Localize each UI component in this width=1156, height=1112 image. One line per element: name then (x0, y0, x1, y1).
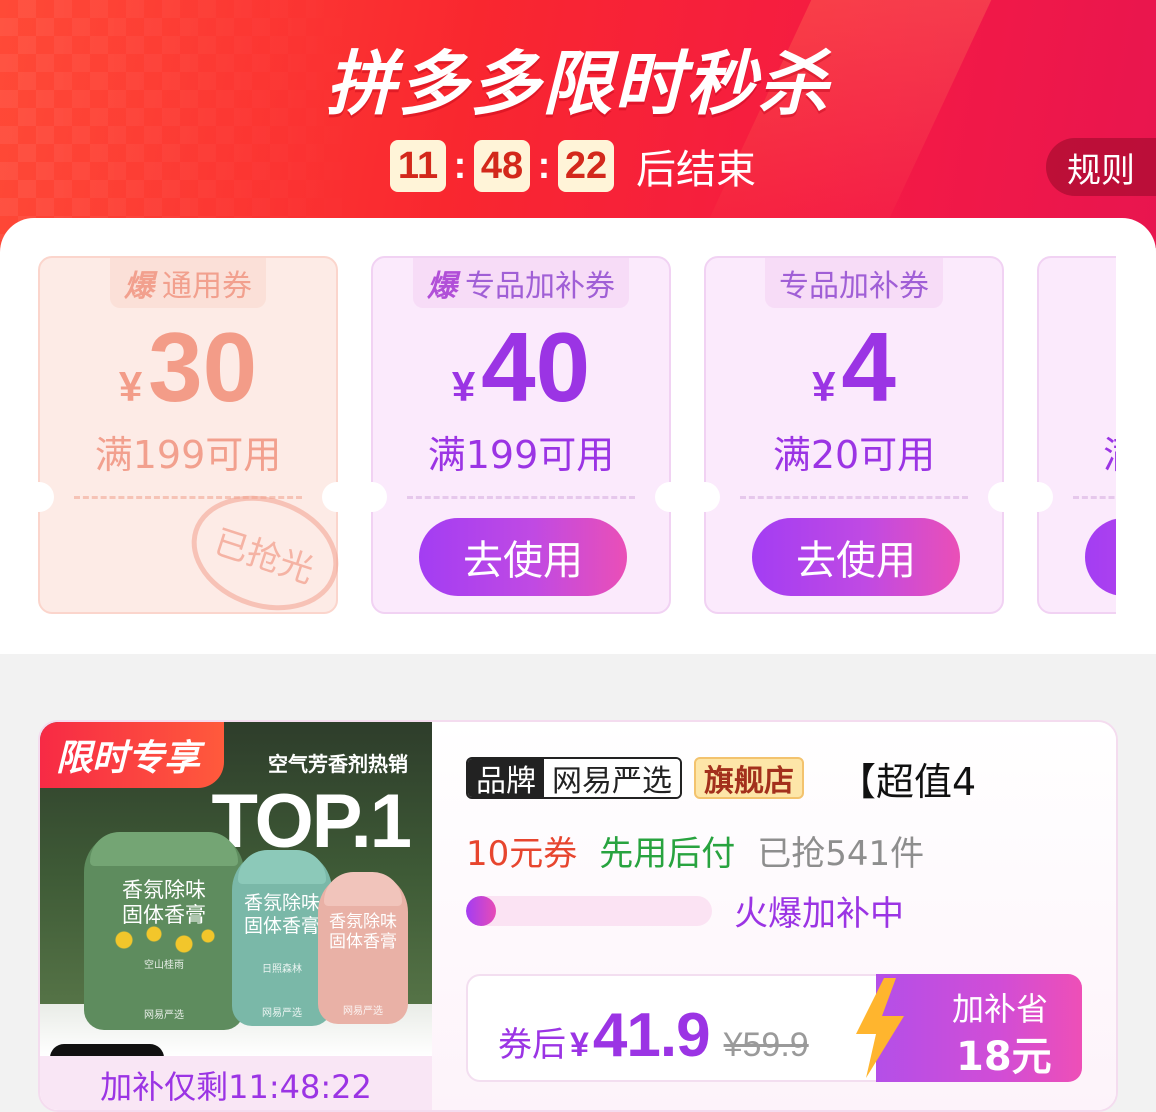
coupon-notch (322, 482, 352, 512)
jar-cap (324, 872, 402, 906)
jar-teal: 香氛除味 固体香膏 日照森林 网易严选 (232, 850, 332, 1026)
jar-cap (90, 832, 238, 866)
osmanthus-flowers (100, 920, 220, 960)
coupon-card-special-4: 专品加补券 ¥ 4 满20可用 去使用 (690, 256, 1018, 614)
pay-later-tag: 先用后付 (599, 834, 736, 874)
price-after-coupon: 券后 ¥ 41.9 ¥59.9 (498, 1000, 809, 1071)
coupon-amount: ¥ 30 (40, 312, 336, 422)
coupon-card-general-30: 爆 通用券 ¥ 30 满199可用 已抢光 (24, 256, 354, 629)
jar-pink: 香氛除味 固体香膏 网易严选 (318, 872, 408, 1024)
hot-icon: 爆 (124, 269, 154, 304)
progress-label: 火爆加补中 (734, 894, 904, 934)
subsidy-amount: 18元 (956, 1034, 1052, 1080)
jar-label: 香氛除味 固体香膏 (329, 912, 397, 953)
coupon-value: 40 (481, 312, 591, 422)
subsidy-countdown: 加补仅剩11:48:22 (40, 1056, 432, 1110)
product-title[interactable]: 【超值4 (838, 751, 976, 806)
coupon-notch (988, 482, 1018, 512)
coupon-divider (407, 496, 635, 499)
use-coupon-button[interactable]: 去使用 (752, 518, 960, 596)
brand-badge-value: 网易严选 (544, 759, 680, 797)
countdown-minutes: 48 (474, 140, 530, 192)
jar-scent: 日照森林 (262, 964, 302, 975)
sold-count: 已抢541件 (757, 834, 925, 874)
coupon-tag: 爆 专品加补券 (413, 258, 629, 308)
countdown-hours: 11 (390, 140, 446, 192)
coupon-condition: 满199可用 (94, 433, 282, 477)
coupon-condition: 满20可用 (772, 433, 936, 477)
coupon-notch (357, 482, 387, 512)
coupon-type: 专品加补券 (779, 269, 929, 304)
use-coupon-button[interactable]: 去使用 (419, 518, 627, 596)
jar-brand: 网易严选 (262, 1008, 302, 1019)
currency-symbol: ¥ (570, 1026, 589, 1064)
countdown-suffix: 后结束 (636, 147, 756, 193)
product-card[interactable]: 空气芳香剂热销 TOP.1 香氛除味 固体香膏 空山桂雨 网易严选 香氛除味 固… (38, 720, 1118, 1112)
coupon-notch (1023, 482, 1053, 512)
flagship-store-badge: 旗舰店 (694, 757, 804, 799)
currency-symbol: ¥ (118, 363, 143, 410)
countdown-seconds: 22 (558, 140, 614, 192)
carousel-edge (1116, 248, 1156, 628)
progress-fill (466, 895, 496, 926)
page-title: 拼多多限时秒杀 (326, 43, 830, 125)
brand-badge-key: 品牌 (468, 759, 544, 797)
countdown-timer: 11 : 48 : 22 后结束 (390, 140, 756, 193)
coupon-card-special-40: 爆 专品加补券 ¥ 40 满199可用 去使用 (357, 256, 685, 614)
coupon-value: 4 (841, 312, 896, 422)
progress-bar (466, 895, 712, 926)
coupon-value: 30 (148, 312, 258, 422)
coupon-condition: 满199可用 (427, 433, 615, 477)
limited-ribbon: 限时专享 (40, 722, 225, 788)
currency-symbol: ¥ (451, 363, 476, 410)
product-image[interactable]: 空气芳香剂热销 TOP.1 香氛除味 固体香膏 空山桂雨 网易严选 香氛除味 固… (40, 722, 432, 1056)
subsidy-badge[interactable]: 加补省 18元 (856, 974, 1082, 1082)
jar-brand: 网易严选 (343, 1006, 383, 1017)
jar-brand: 网易严选 (144, 1010, 184, 1021)
product-info: 品牌 网易严选 旗舰店 【超值4 10元券 先用后付 已抢541件 火爆加补中 … (466, 722, 1116, 1110)
coupon-tag-text: 10元券 (466, 834, 578, 874)
coupon-amount: ¥ 40 (373, 312, 669, 422)
lightning-icon (856, 978, 904, 1078)
jar-label: 香氛除味 固体香膏 (243, 892, 320, 937)
countdown-separator: : (453, 144, 467, 187)
image-rank: TOP.1 (211, 779, 412, 864)
price-value: 41.9 (592, 1001, 711, 1070)
product-title-row[interactable]: 品牌 网易严选 旗舰店 【超值4 (466, 756, 976, 804)
coupon-notch (655, 482, 685, 512)
product-tags: 10元券 先用后付 已抢541件 (466, 826, 924, 875)
brand-badge: 品牌 网易严选 (466, 757, 682, 799)
image-headline: 空气芳香剂热销 (268, 752, 408, 776)
coupon-type: 通用券 (162, 269, 252, 304)
rules-button[interactable]: 规则 (1046, 138, 1156, 196)
coupon-divider (740, 496, 968, 499)
jar-cap (238, 850, 326, 884)
coupon-type: 专品加补券 (465, 269, 615, 304)
coupon-notch (24, 482, 54, 512)
coupon-tag: 专品加补券 (765, 258, 943, 308)
coupon-notch (690, 482, 720, 512)
coupon-carousel[interactable]: 爆 通用券 ¥ 30 满199可用 已抢光 爆 专品加补券 ¥ 40 满199可… (0, 218, 1156, 654)
countdown-separator: : (537, 144, 551, 187)
buy-button[interactable]: 券后 ¥ 41.9 ¥59.9 加补省 18元 (466, 974, 1082, 1082)
coupon-amount: ¥ 4 (706, 312, 1002, 422)
image-overlay-tab (50, 1044, 164, 1056)
hot-icon: 爆 (427, 269, 457, 304)
coupon-tag: 爆 通用券 (110, 258, 266, 308)
price-label: 券后 (498, 1025, 566, 1065)
original-price: ¥59.9 (723, 1026, 809, 1064)
currency-symbol: ¥ (812, 363, 836, 410)
sales-progress: 火爆加补中 (466, 886, 904, 935)
